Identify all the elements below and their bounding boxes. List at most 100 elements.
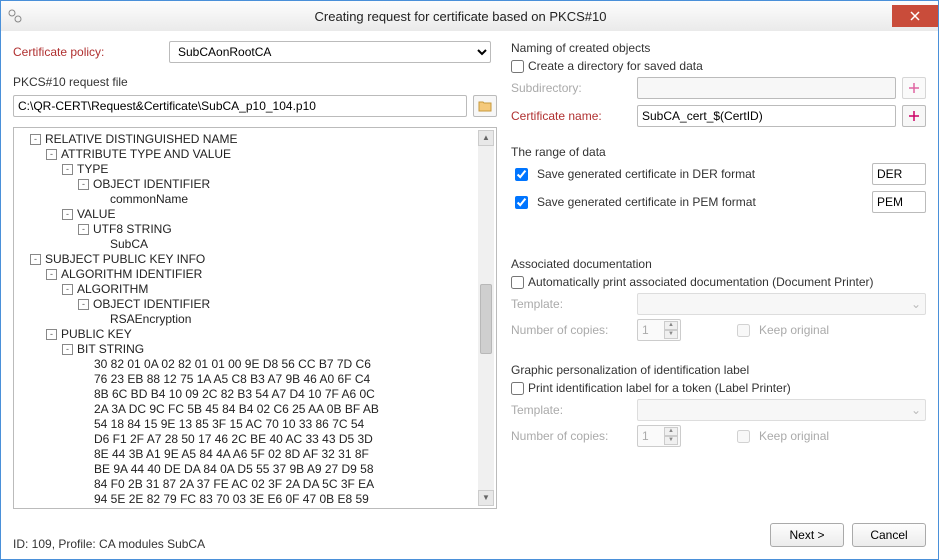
tree-toggle-icon[interactable]: - [62, 164, 73, 175]
window-title: Creating request for certificate based o… [29, 9, 892, 24]
tree-row[interactable]: 2A 3A DC 9C FC 5B 45 84 B4 02 C6 25 AA 0… [16, 402, 476, 417]
range-section-title: The range of data [511, 145, 926, 159]
spinner-up-icon: ▲ [664, 321, 678, 330]
tree-toggle-icon[interactable]: - [78, 224, 89, 235]
create-directory-checkbox[interactable] [511, 60, 524, 73]
tree-node-text: 54 18 84 15 9E 13 85 3F 15 AC 70 10 33 8… [94, 417, 364, 431]
tree-node-text: 30 82 01 0A 02 82 01 01 00 9E D8 56 CC B… [94, 357, 371, 371]
tree-node-text: 8B 6C BD B4 10 09 2C 82 B3 54 A7 D4 10 7… [94, 387, 375, 401]
tree-row[interactable]: D6 F1 2F A7 28 50 17 46 2C BE 40 AC 33 4… [16, 432, 476, 447]
tree-row[interactable]: -UTF8 STRING [16, 222, 476, 237]
tree-toggle-icon[interactable]: - [78, 299, 89, 310]
browse-button[interactable] [473, 95, 497, 117]
tree-row[interactable]: -TYPE [16, 162, 476, 177]
tree-row[interactable]: commonName [16, 192, 476, 207]
save-der-label: Save generated certificate in DER format [537, 167, 866, 181]
tree-row[interactable]: 76 23 EB 88 12 75 1A A5 C8 B3 A7 9B 46 A… [16, 372, 476, 387]
tree-node-text: 94 5E 2E 82 79 FC 83 70 03 3E E6 0F 47 0… [94, 492, 369, 504]
tree-row[interactable]: -BIT STRING [16, 342, 476, 357]
tree-node-text: UTF8 STRING [93, 222, 172, 236]
scroll-thumb[interactable] [480, 284, 492, 354]
certificate-policy-select[interactable]: SubCAonRootCA [169, 41, 491, 63]
auto-print-doc-label: Automatically print associated documenta… [528, 275, 874, 289]
tree-node-text: BE 9A 44 40 DE DA 84 0A D5 55 37 9B A9 2… [94, 462, 374, 476]
tree-row[interactable]: 8B 6C BD B4 10 09 2C 82 B3 54 A7 D4 10 7… [16, 387, 476, 402]
scroll-down-button[interactable]: ▼ [478, 490, 494, 506]
tree-row[interactable]: RSAEncryption [16, 312, 476, 327]
graphic-section-title: Graphic personalization of identificatio… [511, 363, 926, 377]
subdirectory-label: Subdirectory: [511, 81, 631, 95]
tree-row[interactable]: 94 5E 2E 82 79 FC 83 70 03 3E E6 0F 47 0… [16, 492, 476, 504]
tree-toggle-icon[interactable]: - [46, 269, 57, 280]
tree-row[interactable]: -ATTRIBUTE TYPE AND VALUE [16, 147, 476, 162]
tree-node-text: BIT STRING [77, 342, 144, 356]
tree-toggle-icon[interactable]: - [46, 149, 57, 160]
left-column: Certificate policy: SubCAonRootCA PKCS#1… [13, 41, 497, 509]
scroll-track[interactable] [478, 146, 494, 490]
print-label-label: Print identification label for a token (… [528, 381, 791, 395]
doc-template-label: Template: [511, 297, 631, 311]
label-template-select: ⌄ [637, 399, 926, 421]
cancel-button[interactable]: Cancel [852, 523, 926, 547]
close-button[interactable] [892, 5, 938, 27]
bottom-bar: ID: 109, Profile: CA modules SubCA Next … [1, 509, 938, 559]
asn1-tree: -RELATIVE DISTINGUISHED NAME-ATTRIBUTE T… [13, 127, 497, 509]
scroll-up-button[interactable]: ▲ [478, 130, 494, 146]
tree-row[interactable]: -PUBLIC KEY [16, 327, 476, 342]
app-icon [7, 8, 23, 24]
tree-toggle-icon[interactable]: - [62, 344, 73, 355]
save-pem-checkbox[interactable] [515, 196, 528, 209]
tree-row[interactable]: 30 82 01 0A 02 82 01 01 00 9E D8 56 CC B… [16, 357, 476, 372]
tree-node-text: VALUE [77, 207, 115, 221]
next-button[interactable]: Next > [770, 523, 844, 547]
assoc-doc-section-title: Associated documentation [511, 257, 926, 271]
create-directory-label: Create a directory for saved data [528, 59, 703, 73]
certificate-name-input[interactable] [637, 105, 896, 127]
tree-toggle-icon[interactable]: - [30, 254, 41, 265]
label-copies-label: Number of copies: [511, 429, 631, 443]
tree-toggle-icon[interactable]: - [62, 284, 73, 295]
tree-node-text: TYPE [77, 162, 108, 176]
pem-extension-input[interactable] [872, 191, 926, 213]
spinner-down-icon: ▼ [664, 330, 678, 339]
tree-row[interactable]: -ALGORITHM [16, 282, 476, 297]
tree-row[interactable]: BE 9A 44 40 DE DA 84 0A D5 55 37 9B A9 2… [16, 462, 476, 477]
auto-print-doc-checkbox[interactable] [511, 276, 524, 289]
spinner-up-icon: ▲ [664, 427, 678, 436]
tree-row[interactable]: -VALUE [16, 207, 476, 222]
tree-toggle-icon[interactable]: - [46, 329, 57, 340]
titlebar: Creating request for certificate based o… [1, 1, 938, 31]
doc-template-select: ⌄ [637, 293, 926, 315]
tree-row[interactable]: -OBJECT IDENTIFIER [16, 297, 476, 312]
pkcs10-file-label: PKCS#10 request file [13, 75, 128, 89]
tree-node-text: ALGORITHM [77, 282, 148, 296]
label-keep-original-label: Keep original [759, 429, 829, 443]
tree-row[interactable]: -SUBJECT PUBLIC KEY INFO [16, 252, 476, 267]
certificate-name-macro-button[interactable] [902, 105, 926, 127]
tree-node-text: ALGORITHM IDENTIFIER [61, 267, 202, 281]
tree-toggle-icon[interactable]: - [30, 134, 41, 145]
label-keep-original-checkbox [737, 430, 750, 443]
tree-toggle-icon[interactable]: - [78, 179, 89, 190]
tree-row[interactable]: 8E 44 3B A1 9E A5 84 4A A6 5F 02 8D AF 3… [16, 447, 476, 462]
tree-node-text: RELATIVE DISTINGUISHED NAME [45, 132, 237, 146]
tree-row[interactable]: -OBJECT IDENTIFIER [16, 177, 476, 192]
pkcs10-file-path-input[interactable] [13, 95, 467, 117]
subdirectory-input [637, 77, 896, 99]
der-extension-input[interactable] [872, 163, 926, 185]
tree-row[interactable]: -RELATIVE DISTINGUISHED NAME [16, 132, 476, 147]
tree-node-text: D6 F1 2F A7 28 50 17 46 2C BE 40 AC 33 4… [94, 432, 373, 446]
tree-row[interactable]: 54 18 84 15 9E 13 85 3F 15 AC 70 10 33 8… [16, 417, 476, 432]
tree-row[interactable]: 84 F0 2B 31 87 2A 37 FE AC 02 3F 2A DA 5… [16, 477, 476, 492]
label-template-label: Template: [511, 403, 631, 417]
tree-row[interactable]: SubCA [16, 237, 476, 252]
label-copies-spinner: 1 ▲▼ [637, 425, 681, 447]
print-label-checkbox[interactable] [511, 382, 524, 395]
save-der-checkbox[interactable] [515, 168, 528, 181]
tree-toggle-icon[interactable]: - [62, 209, 73, 220]
content: Certificate policy: SubCAonRootCA PKCS#1… [1, 31, 938, 509]
save-pem-label: Save generated certificate in PEM format [537, 195, 866, 209]
tree-row[interactable]: -ALGORITHM IDENTIFIER [16, 267, 476, 282]
asn1-tree-body[interactable]: -RELATIVE DISTINGUISHED NAME-ATTRIBUTE T… [16, 132, 494, 504]
tree-scrollbar[interactable]: ▲ ▼ [478, 130, 494, 506]
